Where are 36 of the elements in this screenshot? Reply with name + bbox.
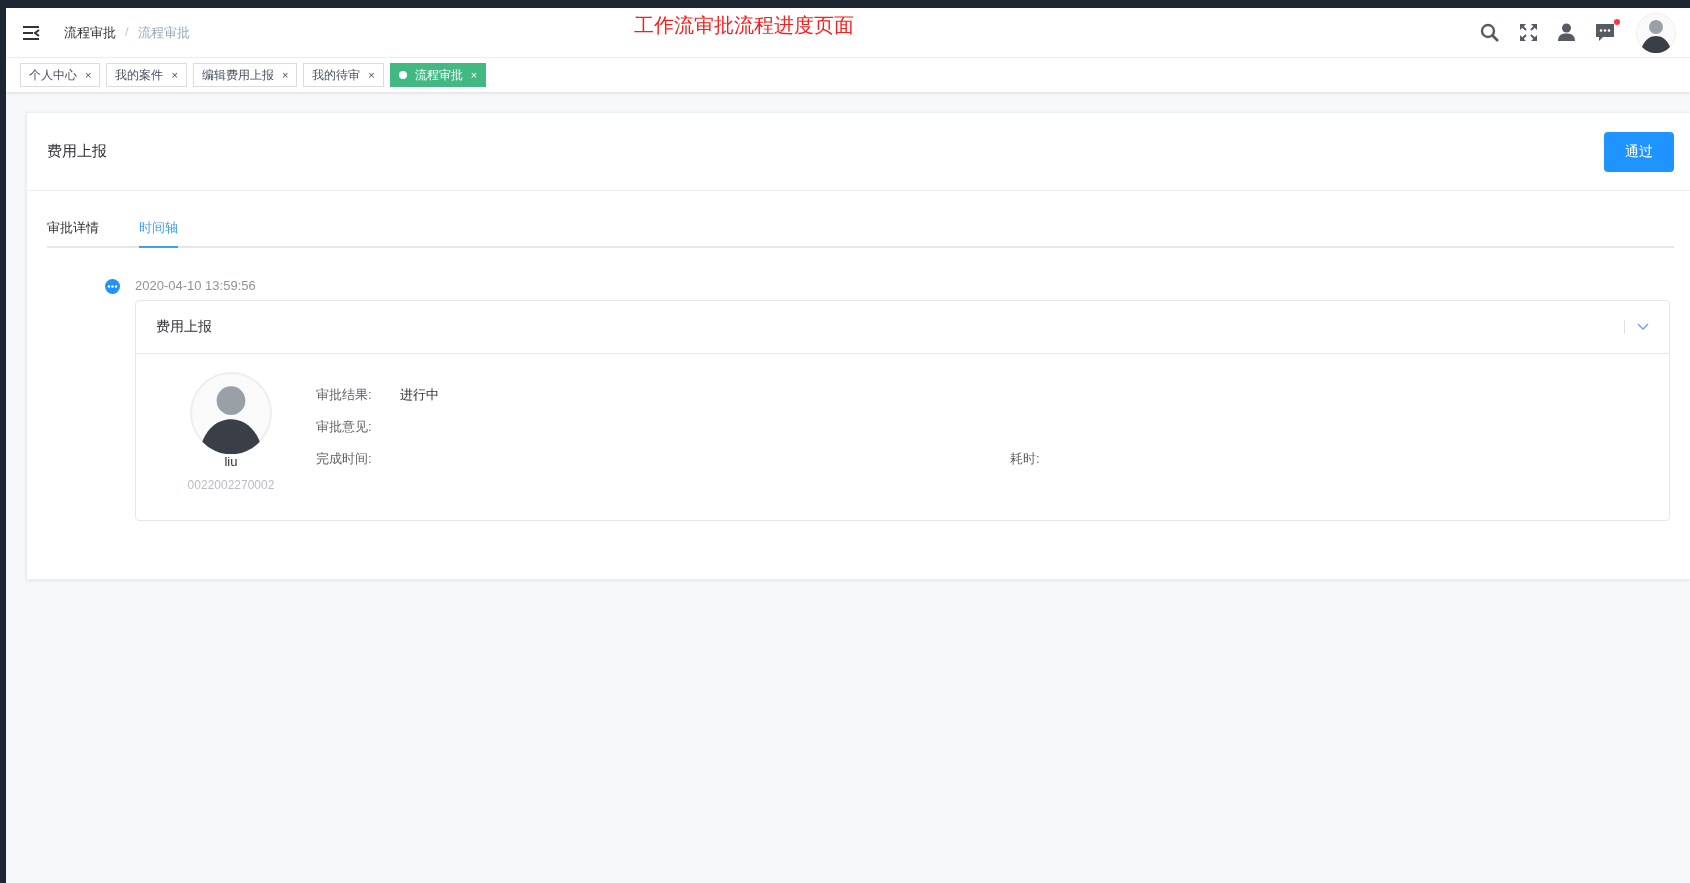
menu-icon[interactable] <box>22 24 40 41</box>
close-icon[interactable]: × <box>368 69 375 81</box>
close-icon[interactable]: × <box>281 69 289 81</box>
user-icon[interactable] <box>1557 23 1576 42</box>
chevron-icon[interactable] <box>1637 323 1649 331</box>
tag-label: 编辑费用上报 <box>201 66 274 84</box>
tag-label: 我的待审 <box>312 66 361 84</box>
timestamp: 2020-04-10 13:59:56 <box>135 278 257 293</box>
card-title: 费用上报 <box>47 142 107 161</box>
page-tag[interactable]: 我的待审 × <box>303 63 384 87</box>
search-icon[interactable] <box>1480 22 1500 43</box>
field-value: 进行中 <box>400 387 439 402</box>
annotation-text: 工作流审批流程进度页面 <box>633 13 854 38</box>
field-label: 审批意见: <box>316 418 373 436</box>
breadcrumb-separator: / <box>125 23 129 41</box>
close-icon[interactable]: × <box>171 69 178 81</box>
panel-title: 费用上报 <box>156 318 212 336</box>
active-dot-icon <box>398 71 407 79</box>
tag-label: 我的案件 <box>115 66 164 84</box>
page-tag[interactable]: 我的案件 × <box>106 63 187 87</box>
field-label: 审批结果: <box>316 386 373 404</box>
field-label: 耗时: <box>1010 450 1041 468</box>
field-label: 完成时间: <box>316 450 373 468</box>
page-tag[interactable]: 个人中心 × <box>20 63 101 87</box>
chat-icon[interactable] <box>1595 21 1615 43</box>
close-icon[interactable]: × <box>85 69 92 81</box>
tab[interactable]: 审批详情 <box>47 219 99 248</box>
user-name: liu <box>224 454 238 469</box>
tag-label: 个人中心 <box>29 66 77 84</box>
tag-label: 流程审批 <box>414 66 463 84</box>
user-avatar <box>1636 12 1676 53</box>
page-tag[interactable]: 编辑费用上报 × <box>192 63 298 87</box>
breadcrumb-link[interactable]: 流程审批 <box>64 23 116 42</box>
more-dots-icon <box>105 279 120 294</box>
fullscreen-icon[interactable] <box>1519 23 1538 42</box>
user-id: 0022002270002 <box>187 478 275 492</box>
